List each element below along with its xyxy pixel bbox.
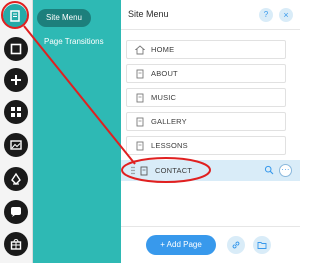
menu-item-label: GALLERY xyxy=(151,117,187,126)
add-page-button[interactable]: + Add Page xyxy=(146,235,216,255)
menu-item-label: MUSIC xyxy=(151,93,177,102)
menu-item-label: HOME xyxy=(151,45,175,54)
apps-icon[interactable] xyxy=(4,100,28,124)
tab-site-menu[interactable]: Site Menu xyxy=(37,9,91,27)
menu-item-about[interactable]: ABOUT xyxy=(126,64,286,83)
menu-item-label: CONTACT xyxy=(155,166,193,175)
background-icon[interactable] xyxy=(4,37,28,61)
link-icon xyxy=(232,241,240,249)
menu-item-lessons[interactable]: LESSONS xyxy=(126,136,286,155)
page-icon xyxy=(135,141,145,151)
more-actions-button[interactable]: ··· xyxy=(279,164,292,177)
media-icon[interactable] xyxy=(4,133,28,157)
page-icon xyxy=(135,93,145,103)
chat-icon[interactable] xyxy=(4,200,28,224)
add-folder-button[interactable] xyxy=(253,236,271,254)
menu-item-music[interactable]: MUSIC xyxy=(126,88,286,107)
pages-icon[interactable] xyxy=(3,4,27,28)
home-icon xyxy=(135,44,145,55)
store-icon[interactable] xyxy=(4,232,28,256)
pages-subpanel: Site Menu Page Transitions xyxy=(33,0,121,263)
page-icon xyxy=(135,117,145,127)
add-icon[interactable] xyxy=(4,68,28,92)
divider xyxy=(121,29,300,30)
folder-icon xyxy=(257,242,267,249)
panel-title: Site Menu xyxy=(128,9,169,19)
menu-item-contact[interactable]: CONTACT ··· xyxy=(121,160,300,181)
help-button[interactable]: ? xyxy=(259,8,273,22)
menu-item-label: ABOUT xyxy=(151,69,178,78)
add-link-button[interactable] xyxy=(227,236,245,254)
menu-item-label: LESSONS xyxy=(151,141,188,150)
divider xyxy=(121,226,300,227)
site-menu-panel: Site Menu ? × HOME ABOUT MUSIC GALLERY L… xyxy=(121,0,300,263)
menu-item-gallery[interactable]: GALLERY xyxy=(126,112,286,131)
tab-page-transitions[interactable]: Page Transitions xyxy=(44,37,104,46)
page-icon xyxy=(139,166,149,176)
menu-item-home[interactable]: HOME xyxy=(126,40,286,59)
blog-pen-icon[interactable] xyxy=(4,167,28,191)
drag-handle-icon[interactable] xyxy=(131,166,135,175)
page-icon xyxy=(135,69,145,79)
search-icon[interactable] xyxy=(264,165,274,175)
close-button[interactable]: × xyxy=(279,8,293,22)
left-toolbar xyxy=(0,0,33,263)
